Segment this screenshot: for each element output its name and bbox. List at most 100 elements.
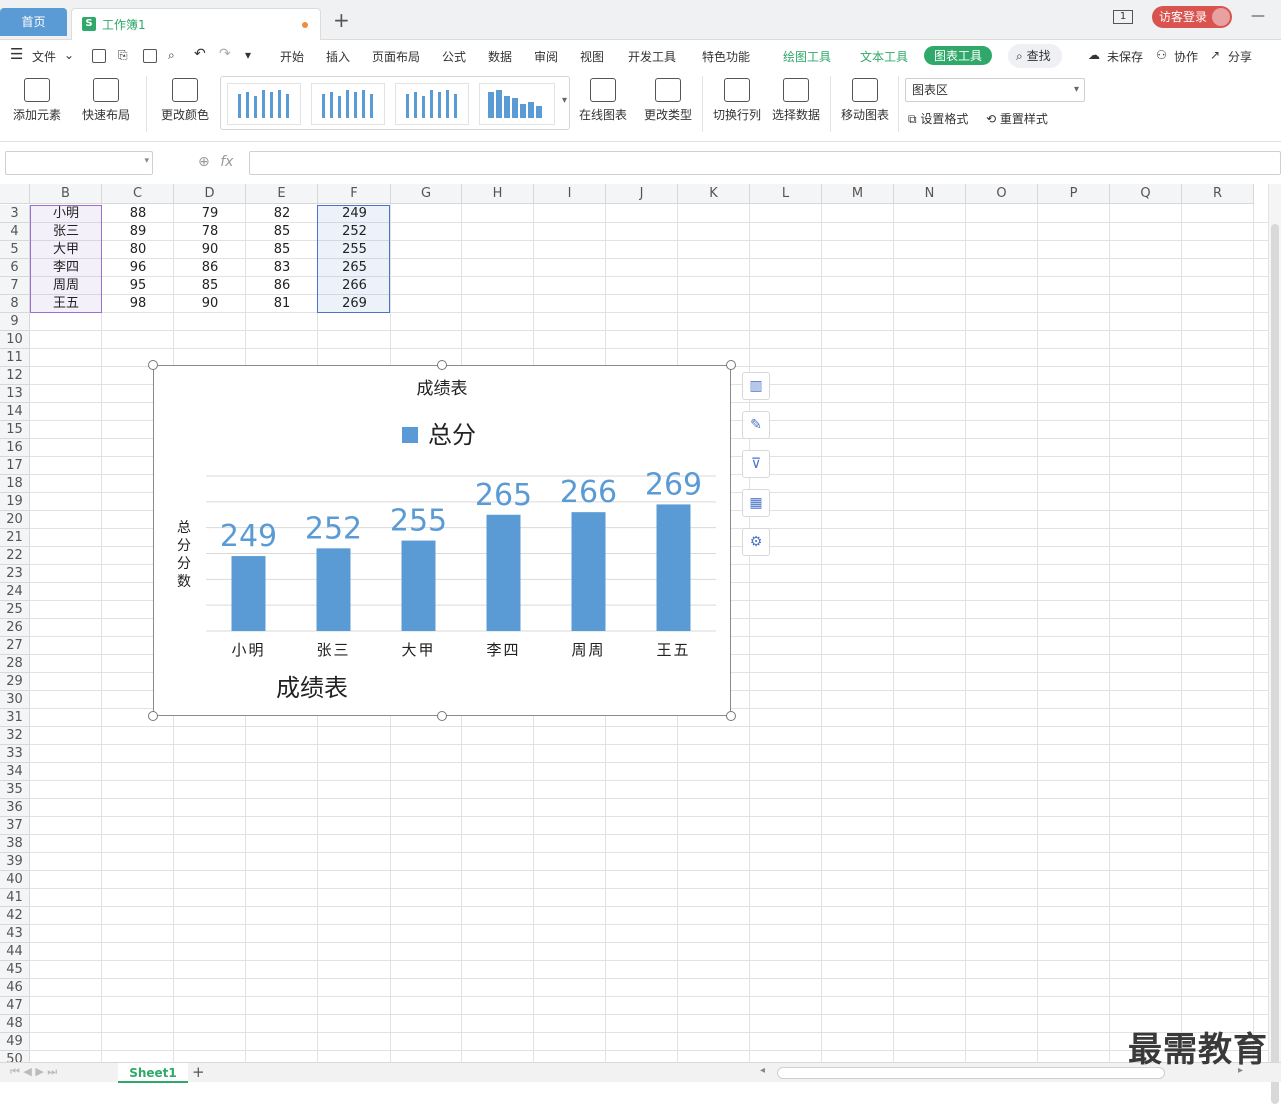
scroll-left-icon[interactable]: ◂ <box>760 1065 765 1076</box>
cell-e7[interactable]: 86 <box>246 277 318 295</box>
share-button[interactable]: 分享 <box>1228 48 1252 65</box>
resize-handle-bottom-left[interactable] <box>148 711 158 721</box>
cell-b3[interactable]: 小明 <box>30 205 102 223</box>
print-preview-icon[interactable]: ⌕ <box>168 48 175 63</box>
cell-f6[interactable]: 265 <box>318 259 391 277</box>
hamburger-icon[interactable]: ☰ <box>10 45 23 63</box>
menu-page-layout[interactable]: 页面布局 <box>372 48 420 65</box>
row-header-45[interactable]: 45 <box>0 961 30 979</box>
redo-icon[interactable]: ↷ <box>219 46 231 62</box>
select-data-button[interactable]: 选择数据 <box>770 78 822 123</box>
column-header-i[interactable]: I <box>534 184 606 204</box>
row-header-23[interactable]: 23 <box>0 565 30 583</box>
row-header-6[interactable]: 6 <box>0 259 30 277</box>
row-header-20[interactable]: 20 <box>0 511 30 529</box>
chart-elements-icon[interactable]: ▥ <box>742 372 770 400</box>
menu-view[interactable]: 视图 <box>580 48 604 65</box>
online-chart-button[interactable]: 在线图表 <box>574 78 632 123</box>
column-header-o[interactable]: O <box>966 184 1038 204</box>
row-header-38[interactable]: 38 <box>0 835 30 853</box>
reset-style-button[interactable]: ⟲ 重置样式 <box>986 110 1048 127</box>
column-header-j[interactable]: J <box>606 184 678 204</box>
select-all-corner[interactable] <box>0 184 30 204</box>
guest-login-button[interactable]: 访客登录 <box>1152 6 1232 28</box>
chart-style-thumb-1[interactable] <box>227 83 301 125</box>
row-header-36[interactable]: 36 <box>0 799 30 817</box>
column-header-q[interactable]: Q <box>1110 184 1182 204</box>
column-header-r[interactable]: R <box>1182 184 1254 204</box>
tab-drawing-tools[interactable]: 绘图工具 <box>783 48 831 65</box>
row-header-19[interactable]: 19 <box>0 493 30 511</box>
cell-f3[interactable]: 249 <box>318 205 391 223</box>
save-icon[interactable] <box>92 49 106 63</box>
resize-handle-top-left[interactable] <box>148 360 158 370</box>
row-header-39[interactable]: 39 <box>0 853 30 871</box>
quick-layout-button[interactable]: 快速布局 <box>76 78 136 123</box>
row-header-21[interactable]: 21 <box>0 529 30 547</box>
cell-d6[interactable]: 86 <box>174 259 246 277</box>
cell-f4[interactable]: 252 <box>318 223 391 241</box>
change-type-button[interactable]: 更改类型 <box>642 78 694 123</box>
row-header-24[interactable]: 24 <box>0 583 30 601</box>
column-header-g[interactable]: G <box>391 184 462 204</box>
resize-handle-bottom[interactable] <box>437 711 447 721</box>
chart-style-gallery[interactable]: ▾ <box>220 76 570 130</box>
row-header-37[interactable]: 37 <box>0 817 30 835</box>
add-element-button[interactable]: 添加元素 <box>8 78 66 123</box>
search-button[interactable]: ⌕ 查找 <box>1008 44 1062 68</box>
formula-input[interactable] <box>249 151 1281 175</box>
cell-e6[interactable]: 83 <box>246 259 318 277</box>
cell-b5[interactable]: 大甲 <box>30 241 102 259</box>
row-header-9[interactable]: 9 <box>0 313 30 331</box>
menu-file[interactable]: 文件 <box>32 48 56 65</box>
chevron-down-icon[interactable]: ⌄ <box>64 48 74 62</box>
column-header-m[interactable]: M <box>822 184 894 204</box>
vertical-scrollbar[interactable] <box>1268 184 1281 1104</box>
unsaved-status[interactable]: 未保存 <box>1107 48 1143 65</box>
row-header-11[interactable]: 11 <box>0 349 30 367</box>
cell-d7[interactable]: 85 <box>174 277 246 295</box>
row-header-5[interactable]: 5 <box>0 241 30 259</box>
row-header-4[interactable]: 4 <box>0 223 30 241</box>
row-header-18[interactable]: 18 <box>0 475 30 493</box>
chart-object[interactable]: 成绩表 总分总分分数 249 小明 252 张三 255 大甲 265 李四 266 周周 269 王五成… <box>153 365 731 716</box>
chart-element-select[interactable]: 图表区 ▾ <box>905 78 1085 102</box>
row-header-22[interactable]: 22 <box>0 547 30 565</box>
column-header-d[interactable]: D <box>174 184 246 204</box>
new-tab-button[interactable]: + <box>333 10 350 30</box>
sheet-tab-sheet1[interactable]: Sheet1 <box>118 1063 188 1083</box>
row-header-33[interactable]: 33 <box>0 745 30 763</box>
column-header-k[interactable]: K <box>678 184 750 204</box>
cell-b6[interactable]: 李四 <box>30 259 102 277</box>
format-painter-icon[interactable]: ⎘ <box>118 48 128 63</box>
row-header-28[interactable]: 28 <box>0 655 30 673</box>
menu-formula[interactable]: 公式 <box>442 48 466 65</box>
resize-handle-top-right[interactable] <box>726 360 736 370</box>
minimize-button[interactable]: — <box>1251 8 1265 24</box>
move-chart-button[interactable]: 移动图表 <box>838 78 892 123</box>
row-header-17[interactable]: 17 <box>0 457 30 475</box>
home-tab[interactable]: 首页 <box>0 8 67 36</box>
chart-style-thumb-3[interactable] <box>395 83 469 125</box>
cell-d8[interactable]: 90 <box>174 295 246 313</box>
page-indicator[interactable]: 1 <box>1113 10 1133 24</box>
cell-e3[interactable]: 82 <box>246 205 318 223</box>
row-header-26[interactable]: 26 <box>0 619 30 637</box>
row-header-34[interactable]: 34 <box>0 763 30 781</box>
row-header-41[interactable]: 41 <box>0 889 30 907</box>
chart-settings-icon[interactable]: ⚙ <box>742 528 770 556</box>
cell-b7[interactable]: 周周 <box>30 277 102 295</box>
column-header-l[interactable]: L <box>750 184 822 204</box>
menu-start[interactable]: 开始 <box>280 48 304 65</box>
document-tab[interactable]: S 工作簿1 <box>71 8 321 40</box>
column-header-n[interactable]: N <box>894 184 966 204</box>
row-header-25[interactable]: 25 <box>0 601 30 619</box>
menu-insert[interactable]: 插入 <box>326 48 350 65</box>
row-header-30[interactable]: 30 <box>0 691 30 709</box>
cell-c3[interactable]: 88 <box>102 205 174 223</box>
set-format-button[interactable]: ⧉ 设置格式 <box>908 110 968 127</box>
print-icon[interactable] <box>143 49 157 63</box>
switch-rowcol-button[interactable]: 切换行列 <box>710 78 764 123</box>
tab-text-tools[interactable]: 文本工具 <box>860 48 908 65</box>
zoom-icon[interactable]: ⊕ <box>198 154 210 170</box>
